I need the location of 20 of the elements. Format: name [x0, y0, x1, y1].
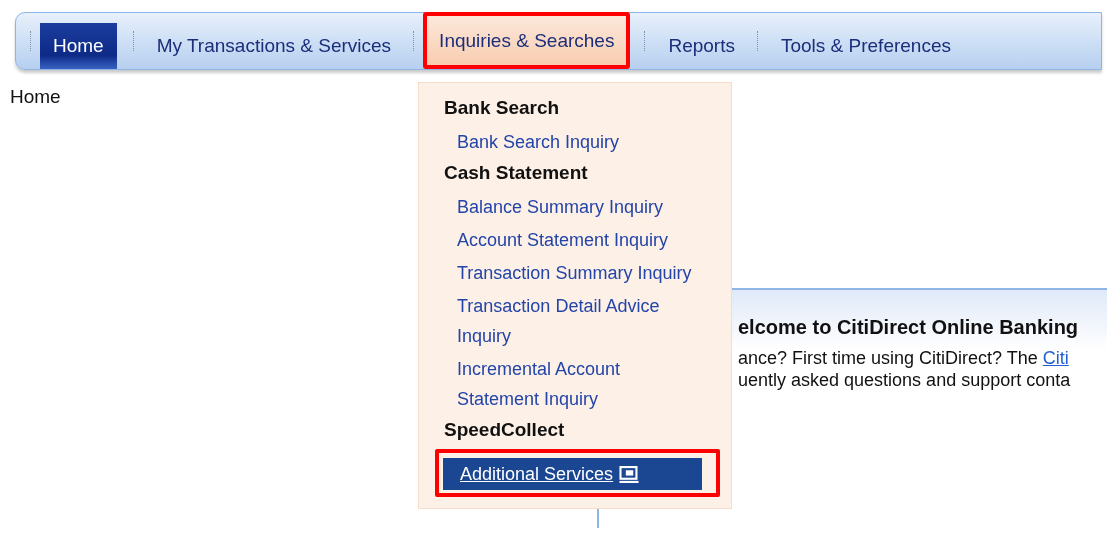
menu-item[interactable]: Incremental Account Statement Inquiry — [444, 354, 697, 417]
menu-heading: Bank Search — [444, 96, 560, 120]
nav-tab[interactable]: Inquiries & Searches — [427, 16, 627, 65]
nav-tab[interactable]: My Transactions & Services — [142, 23, 406, 69]
menu-item[interactable]: Bank Search Inquiry — [444, 127, 697, 160]
welcome-text: uently asked questions and support conta — [738, 369, 1071, 391]
menu-item[interactable]: Additional Services — [443, 458, 702, 490]
menu-item[interactable]: Account Statement Inquiry — [444, 225, 697, 258]
nav-tab[interactable]: Tools & Preferences — [766, 23, 965, 69]
menu-heading: SpeedCollect — [444, 418, 565, 442]
nav-tab[interactable]: Reports — [654, 23, 749, 69]
welcome-title: elcome to CitiDirect Online Banking — [738, 316, 1079, 339]
menu-item[interactable]: Balance Summary Inquiry — [444, 192, 697, 225]
welcome-text: ance? First time using CitiDirect? The Citi — [738, 347, 1069, 369]
menu-heading: Cash Statement — [444, 161, 588, 185]
nav-tab[interactable]: Home — [40, 23, 117, 69]
menu-item[interactable]: Transaction Summary Inquiry — [444, 258, 697, 291]
breadcrumb: Home — [10, 86, 62, 108]
menu-item[interactable]: Transaction Detail Advice Inquiry — [444, 291, 697, 354]
link[interactable]: Citi — [1042, 348, 1069, 368]
